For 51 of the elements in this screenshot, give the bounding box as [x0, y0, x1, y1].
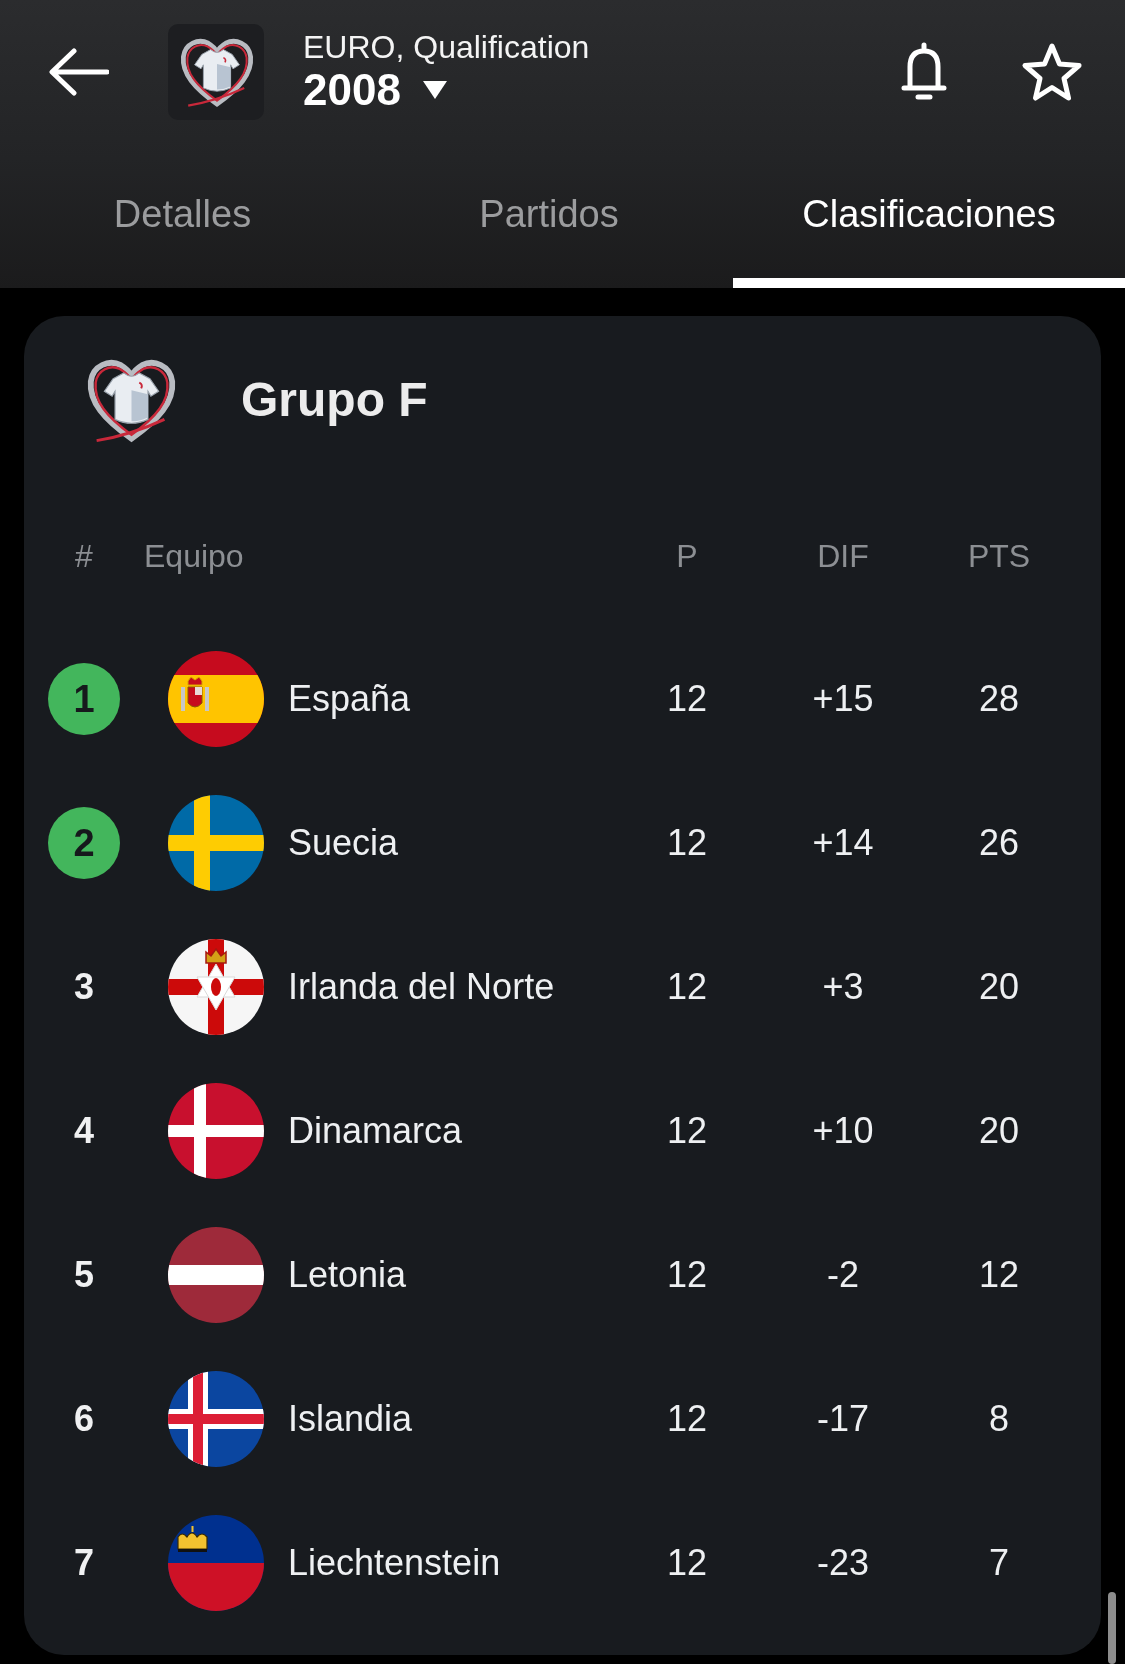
bell-icon — [901, 42, 947, 102]
group-title: Grupo F — [241, 372, 428, 428]
goal-difference: -17 — [817, 1397, 869, 1441]
rank-number: 5 — [74, 1253, 94, 1297]
played-count: 12 — [666, 1109, 707, 1153]
tab[interactable]: Partidos — [365, 150, 733, 288]
played-count: 12 — [666, 1253, 707, 1297]
star-icon — [1021, 42, 1083, 102]
team-name: Irlanda del Norte — [288, 965, 556, 1009]
team-name: Liechtenstein — [288, 1541, 502, 1585]
goal-difference: +10 — [812, 1109, 874, 1153]
caret-down-icon — [422, 81, 447, 100]
played-count: 12 — [666, 965, 707, 1009]
played-count: 12 — [666, 1397, 707, 1441]
column-header: Equipo — [144, 537, 245, 576]
column-header: DIF — [817, 537, 869, 576]
team-name: Islandia — [288, 1397, 414, 1441]
column-header: # — [75, 537, 93, 576]
points: 8 — [989, 1397, 1009, 1441]
points: 7 — [989, 1541, 1009, 1585]
column-header: P — [676, 537, 698, 576]
goal-difference: +15 — [812, 677, 874, 721]
points: 26 — [978, 821, 1019, 865]
team-name: Suecia — [288, 821, 400, 865]
competition-title: EURO, Qualification — [303, 29, 590, 67]
arrow-left-icon — [47, 48, 109, 96]
tab[interactable]: Detalles — [0, 150, 365, 288]
rank-number: 7 — [74, 1541, 94, 1585]
season-dropdown[interactable]: 2008 — [303, 66, 590, 115]
tab[interactable]: Clasificaciones — [733, 150, 1125, 288]
rank-badge: 2 — [48, 807, 120, 879]
played-count: 12 — [666, 677, 707, 721]
points: 20 — [978, 1109, 1019, 1153]
played-count: 12 — [666, 821, 707, 865]
points: 28 — [978, 677, 1019, 721]
goal-difference: +14 — [812, 821, 874, 865]
scrollbar-thumb — [1108, 1592, 1116, 1664]
column-header: PTS — [967, 537, 1031, 576]
points: 20 — [978, 965, 1019, 1009]
goal-difference: +3 — [822, 965, 864, 1009]
rank-number: 4 — [74, 1109, 94, 1153]
played-count: 12 — [666, 1541, 707, 1585]
rank-badge: 1 — [48, 663, 120, 735]
rank-number: 6 — [74, 1397, 94, 1441]
points: 12 — [978, 1253, 1019, 1297]
team-name: España — [288, 677, 412, 721]
team-name: Dinamarca — [288, 1109, 464, 1153]
goal-difference: -2 — [827, 1253, 859, 1297]
team-name: Letonia — [288, 1253, 408, 1297]
goal-difference: -23 — [817, 1541, 869, 1585]
rank-number: 3 — [74, 965, 94, 1009]
